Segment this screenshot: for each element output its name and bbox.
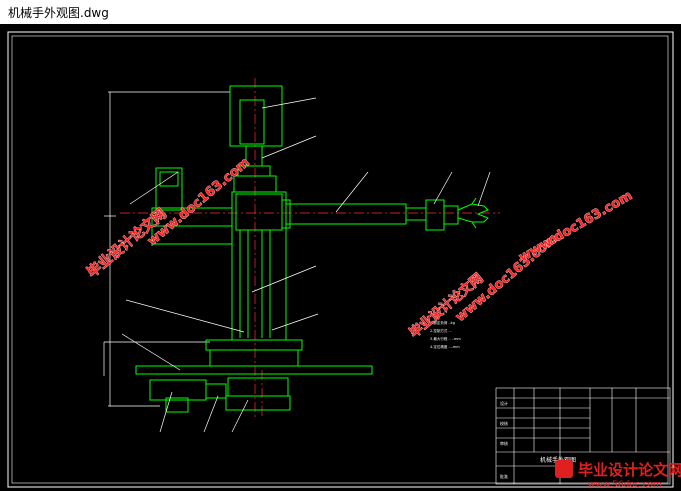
watermark-right-url: www.doc163.com (517, 188, 636, 265)
note-line-4: 4.定位精度 ....mm (430, 344, 460, 349)
window-titlebar: 机械手外观图.dwg (0, 0, 681, 24)
note-line-3: 3.最大行程 .. ..mm (430, 336, 461, 341)
leader-lines (121, 97, 491, 433)
cad-drawing-svg: 1.额定负荷 ..kg 2.控制方式 ... 3.最大行程 .. ..mm 4.… (7, 31, 681, 490)
manipulator-geometry (135, 85, 489, 413)
window-title: 机械手外观图.dwg (8, 6, 109, 20)
watermark-left-url: www.doc163.com (145, 155, 253, 249)
logo-url: www.56doc.com (588, 480, 662, 490)
title-block-labels: 设计 校核 审核 批准 (500, 400, 508, 479)
row-label-approve: 批准 (500, 473, 508, 479)
cad-drawing-canvas[interactable]: 1.额定负荷 ..kg 2.控制方式 ... 3.最大行程 .. ..mm 4.… (0, 24, 681, 491)
note-line-2: 2.控制方式 ... (430, 328, 452, 333)
row-label-check: 校核 (500, 420, 508, 426)
row-label-design: 设计 (500, 400, 508, 406)
row-label-review: 审核 (500, 440, 508, 446)
site-logo: 毕业设计论文网 www.56doc.com (555, 460, 681, 490)
logo-text: 毕业设计论文网 (578, 461, 681, 479)
centerlines (120, 78, 500, 420)
